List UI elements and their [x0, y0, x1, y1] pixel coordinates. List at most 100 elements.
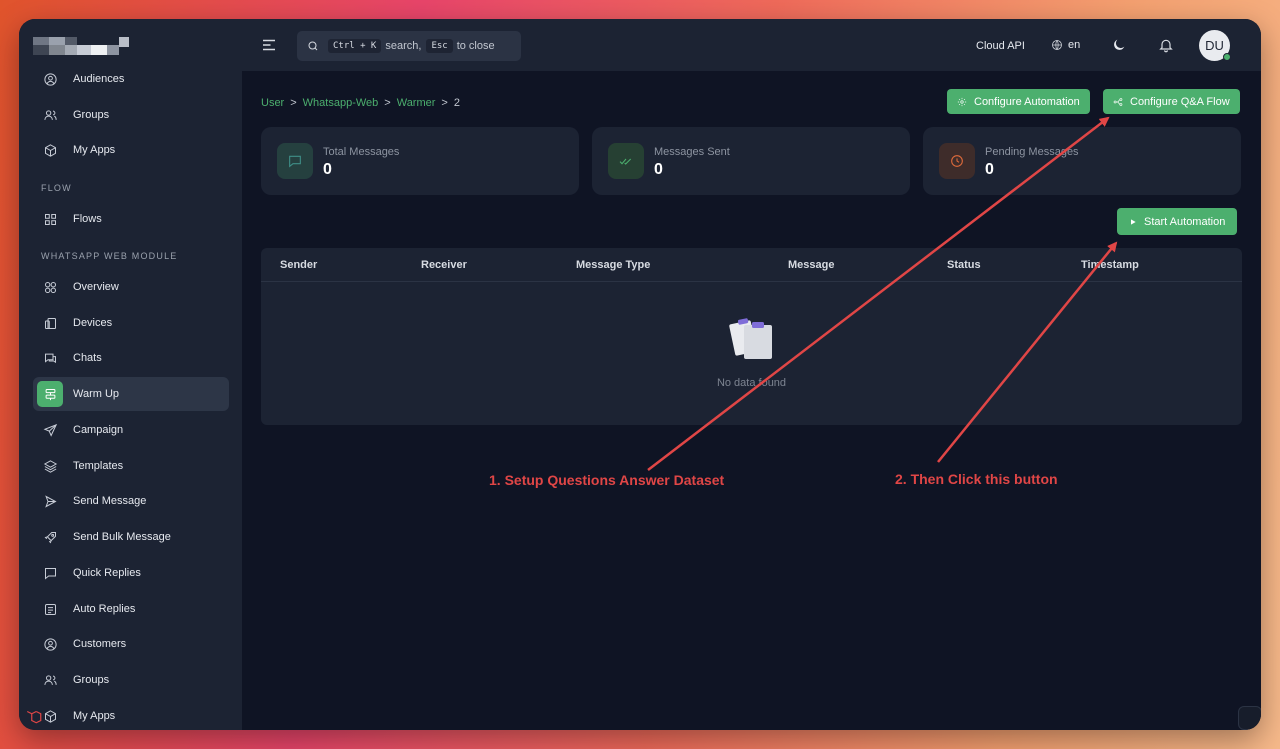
column-header-status[interactable]: Status [947, 259, 981, 271]
stat-box [608, 143, 644, 179]
sidebar-item-label: Customers [73, 638, 127, 650]
sidebar-item-templates[interactable]: Templates [33, 449, 229, 483]
configure-qa-flow-button[interactable]: Configure Q&A Flow [1103, 89, 1240, 114]
logo [33, 37, 129, 55]
sidebar-item-chats[interactable]: Chats [33, 341, 229, 375]
sidebar-item-send-message[interactable]: Send Message [33, 484, 229, 518]
breadcrumb-whatsapp-web[interactable]: Whatsapp-Web [303, 97, 379, 109]
sidebar-item-warm-up[interactable]: Warm Up [33, 377, 229, 411]
sidebar: Audiences Groups My Apps FLOW Flows WHAT… [19, 19, 242, 730]
double-check-icon [619, 158, 632, 165]
devices-icon [37, 310, 63, 336]
message-icon [289, 155, 301, 168]
sidebar-item-label: My Apps [73, 710, 116, 722]
sidebar-item-send-bulk-message[interactable]: Send Bulk Message [33, 520, 229, 554]
sidebar-item-label: Templates [73, 460, 124, 472]
layers-icon [37, 453, 63, 479]
stat-card-pending-messages: Pending Messages 0 [923, 127, 1241, 195]
sidebar-item-audiences[interactable]: Audiences [33, 62, 229, 96]
sidebar-item-groups[interactable]: Groups [33, 98, 229, 132]
warmup-icon [37, 381, 63, 407]
avatar[interactable]: DU [1199, 30, 1231, 61]
annotation-step-2: 2. Then Click this button [895, 471, 1058, 487]
send-icon [37, 417, 63, 443]
stat-label: Total Messages [323, 146, 400, 158]
start-automation-button[interactable]: Start Automation [1117, 208, 1238, 235]
sidebar-item-label: Send Bulk Message [73, 531, 171, 543]
breadcrumb: User > Whatsapp-Web > Warmer > 2 [261, 97, 460, 109]
sidebar-item-flows[interactable]: Flows [33, 202, 229, 236]
breadcrumb-separator: > [441, 97, 448, 109]
sidebar-item-label: Groups [73, 674, 110, 686]
sidebar-item-groups-2[interactable]: Groups [33, 663, 229, 697]
stat-card-messages-sent: Messages Sent 0 [592, 127, 910, 195]
menu-toggle-icon[interactable] [260, 36, 278, 54]
clock-icon [951, 155, 963, 167]
sidebar-item-campaign[interactable]: Campaign [33, 413, 229, 447]
search-bar[interactable]: Ctrl + K search, Esc to close [297, 31, 521, 61]
stat-value: 0 [985, 161, 994, 178]
stat-label: Messages Sent [654, 146, 730, 158]
column-header-timestamp[interactable]: Timestamp [1081, 259, 1139, 271]
button-label: Start Automation [1144, 215, 1226, 228]
gear-icon [957, 97, 967, 106]
bell-icon[interactable] [1158, 37, 1174, 53]
language-label: en [1068, 39, 1081, 51]
play-icon [1131, 218, 1136, 225]
grid-icon [37, 206, 63, 232]
column-header-message[interactable]: Message [788, 259, 834, 271]
framework-logo-icon [25, 707, 45, 725]
annotation-step-1: 1. Setup Questions Answer Dataset [489, 472, 725, 488]
app-window: Audiences Groups My Apps FLOW Flows WHAT… [19, 19, 1261, 730]
flow-share-icon [1113, 97, 1123, 106]
sidebar-item-overview[interactable]: Overview [33, 270, 229, 304]
sidebar-item-customers[interactable]: Customers [33, 627, 229, 661]
sidebar-item-auto-replies[interactable]: Auto Replies [33, 592, 229, 626]
quick-reply-icon [37, 560, 63, 586]
sidebar-item-label: Flows [73, 213, 102, 225]
breadcrumb-user[interactable]: User [261, 97, 284, 109]
sidebar-item-label: My Apps [73, 144, 116, 156]
user-circle-icon [37, 66, 63, 92]
floating-corner-button[interactable] [1238, 706, 1261, 730]
avatar-initials: DU [1205, 38, 1224, 53]
messages-table: Sender Receiver Message Type Message Sta… [261, 248, 1242, 425]
section-label-whatsapp: WHATSAPP WEB MODULE [41, 251, 178, 261]
sidebar-item-label: Audiences [73, 73, 125, 85]
stat-card-total-messages: Total Messages 0 [261, 127, 579, 195]
sidebar-item-label: Warm Up [73, 388, 120, 400]
table-header: Sender Receiver Message Type Message Sta… [261, 248, 1242, 282]
main-content: User > Whatsapp-Web > Warmer > 2 Configu… [242, 71, 1261, 730]
close-hint-text: to close [456, 40, 495, 52]
cloud-api-link[interactable]: Cloud API [976, 40, 1025, 52]
sidebar-item-quick-replies[interactable]: Quick Replies [33, 556, 229, 590]
language-selector[interactable]: en [1051, 39, 1080, 51]
sidebar-item-label: Quick Replies [73, 567, 141, 579]
play-send-icon [37, 488, 63, 514]
search-hint-text: search, [385, 40, 422, 52]
empty-state-text: No data found [716, 377, 787, 389]
column-header-message-type[interactable]: Message Type [576, 259, 650, 271]
cube-icon [37, 137, 63, 163]
users-icon [37, 102, 63, 128]
chat-icon [37, 345, 63, 371]
breadcrumb-separator: > [384, 97, 391, 109]
section-label-flow: FLOW [41, 183, 72, 193]
sidebar-item-devices[interactable]: Devices [33, 306, 229, 340]
sidebar-item-label: Auto Replies [73, 603, 136, 615]
column-header-receiver[interactable]: Receiver [421, 259, 467, 271]
users-icon [37, 667, 63, 693]
online-status-dot [1223, 53, 1231, 61]
configure-automation-button[interactable]: Configure Automation [947, 89, 1090, 114]
empty-clipboard-icon [728, 315, 776, 363]
stat-value: 0 [654, 161, 663, 178]
sidebar-item-label: Overview [73, 281, 119, 293]
search-shortcut-key: Ctrl + K [328, 39, 382, 53]
auto-reply-icon [37, 596, 63, 622]
close-shortcut-key: Esc [426, 39, 453, 53]
sidebar-item-my-apps-2[interactable]: My Apps [33, 699, 229, 730]
breadcrumb-warmer[interactable]: Warmer [397, 97, 436, 109]
column-header-sender[interactable]: Sender [280, 259, 317, 271]
sidebar-item-my-apps[interactable]: My Apps [33, 133, 229, 167]
moon-icon[interactable] [1111, 37, 1127, 53]
